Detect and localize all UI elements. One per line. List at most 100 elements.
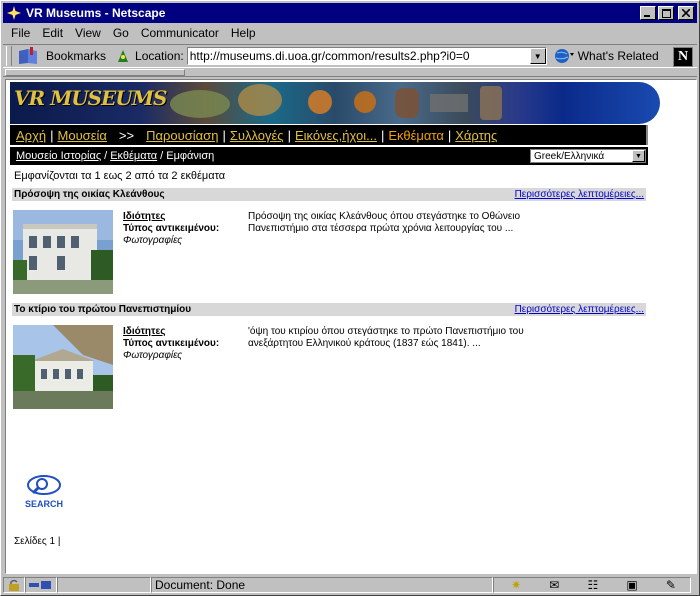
menu-view[interactable]: View <box>75 26 101 40</box>
breadcrumb-sep: / <box>104 150 108 162</box>
result-meta: Ιδιότητες Τύπος αντικειμένου: Φωτογραφίε… <box>123 326 219 362</box>
building-photo <box>13 325 113 409</box>
nav-arrow: >> <box>118 127 135 143</box>
breadcrumb-current: Εμφάνιση <box>166 150 215 162</box>
toolbar-collapse-tab[interactable] <box>5 69 185 76</box>
breadcrumb-sep: / <box>160 150 164 162</box>
museum-banner: VR MUSEUMS <box>10 82 660 124</box>
nav-home[interactable]: Αρχή <box>16 128 46 143</box>
result-meta: Ιδιότητες Τύπος αντικειμένου: Φωτογραφίε… <box>123 211 219 247</box>
component-bar: ✷ ✉ ☷ ▣ ✎ <box>493 577 691 593</box>
more-details-link[interactable]: Περισσότερες λεπτομέρειες... <box>515 304 644 315</box>
title-bar[interactable]: VR Museums - Netscape <box>3 3 697 23</box>
result-title: Πρόσοψη της οικίας Κλεάνθους <box>14 189 165 200</box>
whats-related-label: What's Related <box>577 49 659 63</box>
minimize-icon <box>644 15 650 17</box>
description-line: Πρόσοψη της οικίας Κλεάνθους όπου στεγάσ… <box>248 211 521 222</box>
object-type-value: Φωτογραφίες <box>123 235 183 246</box>
url-field[interactable]: http://museums.di.uoa.gr/common/results2… <box>186 47 547 65</box>
window-title: VR Museums - Netscape <box>26 6 166 20</box>
maximize-button[interactable] <box>658 6 674 20</box>
location-icon <box>118 50 129 62</box>
collapse-bar <box>3 69 697 77</box>
nav-separator: | <box>287 127 291 143</box>
vr-museums-logo[interactable]: VR MUSEUMS <box>14 86 167 110</box>
bookmarks-label: Bookmarks <box>46 49 107 63</box>
location-label: Location: <box>135 49 184 63</box>
discussion-icon[interactable]: ☷ <box>587 578 598 592</box>
page-content: VR MUSEUMS Αρχή | Μουσεία >> Παρουσίαση … <box>5 79 697 574</box>
location-toolbar: Bookmarks Location: http://museums.di.uo… <box>3 44 697 68</box>
status-text: Document: Done <box>151 577 493 593</box>
menu-go[interactable]: Go <box>113 26 129 40</box>
composer-icon[interactable]: ✎ <box>666 578 676 592</box>
status-bar: Document: Done ✷ ✉ ☷ ▣ ✎ <box>3 575 697 595</box>
netscape-app-icon <box>6 5 22 21</box>
description-line: 'όψη του κτιρίου όπου στεγάστηκε το πρώτ… <box>248 326 524 337</box>
nav-separator: | <box>222 127 226 143</box>
result-thumbnail[interactable] <box>13 325 113 409</box>
result-header: Πρόσοψη της οικίας Κλεάνθους Περισσότερε… <box>12 188 646 201</box>
result-description: Πρόσοψη της οικίας Κλεάνθους όπου στεγάσ… <box>248 211 618 235</box>
maximize-icon <box>661 8 671 18</box>
bookmarks-icon <box>19 47 37 64</box>
nav-separator: | <box>50 127 54 143</box>
nav-exhibits-current[interactable]: Εκθέματα <box>388 128 444 143</box>
nav-media[interactable]: Εικόνες,ήχοι... <box>295 128 377 143</box>
globe-icon <box>554 49 574 63</box>
result-description: 'όψη του κτιρίου όπου στεγάστηκε το πρώτ… <box>248 326 618 350</box>
description-line: Πανεπιστήμιο στα τέσσερα πρώτα χρόνια λε… <box>248 223 514 234</box>
search-label: SEARCH <box>24 499 63 509</box>
url-text: http://museums.di.uoa.gr/common/results2… <box>189 49 470 63</box>
menu-communicator[interactable]: Communicator <box>141 26 219 40</box>
breadcrumb-exhibits[interactable]: Εκθέματα <box>110 150 157 162</box>
chevron-down-icon[interactable]: ▼ <box>632 150 645 162</box>
result-thumbnail[interactable] <box>13 210 113 294</box>
main-nav: Αρχή | Μουσεία >> Παρουσίαση | Συλλογές … <box>10 125 648 145</box>
language-select[interactable]: Greek/Ελληνικά ▼ <box>530 149 646 163</box>
menu-edit[interactable]: Edit <box>42 26 63 40</box>
url-dropdown-button[interactable]: ▼ <box>529 48 546 64</box>
nav-map[interactable]: Χάρτης <box>455 128 497 143</box>
search-button[interactable]: SEARCH <box>22 475 66 509</box>
pagination: Σελίδες 1 | <box>14 536 61 547</box>
toolbar-grip[interactable] <box>6 46 12 66</box>
properties-link[interactable]: Ιδιότητες <box>123 211 219 223</box>
result-header: Το κτίριο του πρώτου Πανεπιστημίου Περισ… <box>12 303 646 316</box>
object-type-value: Φωτογραφίες <box>123 350 183 361</box>
close-button[interactable] <box>678 6 694 20</box>
progress-meter <box>57 577 151 593</box>
whats-related-button[interactable]: What's Related <box>553 47 659 65</box>
netscape-logo[interactable]: N <box>673 47 693 67</box>
browser-window: VR Museums - Netscape File Edit View Go … <box>0 0 700 596</box>
mail-icon[interactable]: ✉ <box>549 578 559 592</box>
nav-museums[interactable]: Μουσεία <box>58 128 107 143</box>
navigator-icon[interactable]: ✷ <box>511 578 521 592</box>
properties-link[interactable]: Ιδιότητες <box>123 326 219 338</box>
menu-help[interactable]: Help <box>231 26 256 40</box>
description-line: ανεξάρτητου Ελληνικού κράτους (1837 εώς … <box>248 338 481 349</box>
chevron-down-icon: ▼ <box>533 51 542 61</box>
nav-presentation[interactable]: Παρουσίαση <box>146 128 218 143</box>
results-summary: Εμφανίζονται τα 1 εως 2 από τα 2 εκθέματ… <box>14 170 226 182</box>
address-book-icon[interactable]: ▣ <box>626 578 637 592</box>
nav-separator: | <box>447 127 452 143</box>
magnifier-icon <box>27 475 61 495</box>
result-title: Το κτίριο του πρώτου Πανεπιστημίου <box>14 304 192 315</box>
object-type-label: Τύπος αντικειμένου: <box>123 223 220 234</box>
breadcrumb-museum[interactable]: Μουσείο Ιστορίας <box>16 150 101 162</box>
security-lock-icon[interactable] <box>3 577 25 593</box>
language-value: Greek/Ελληνικά <box>534 150 605 162</box>
menu-bar: File Edit View Go Communicator Help <box>5 24 262 42</box>
nav-collections[interactable]: Συλλογές <box>230 128 284 143</box>
more-details-link[interactable]: Περισσότερες λεπτομέρειες... <box>515 189 644 200</box>
connection-icon <box>25 577 57 593</box>
object-type-label: Τύπος αντικειμένου: <box>123 338 220 349</box>
breadcrumb: Μουσείο Ιστορίας / Εκθέματα / Εμφάνιση G… <box>10 147 648 165</box>
building-photo <box>13 210 113 294</box>
location-label-group: Location: <box>116 48 184 64</box>
menu-file[interactable]: File <box>11 26 30 40</box>
bookmarks-button[interactable]: Bookmarks <box>16 47 106 65</box>
minimize-button[interactable] <box>640 6 656 20</box>
nav-separator: | <box>380 127 385 143</box>
